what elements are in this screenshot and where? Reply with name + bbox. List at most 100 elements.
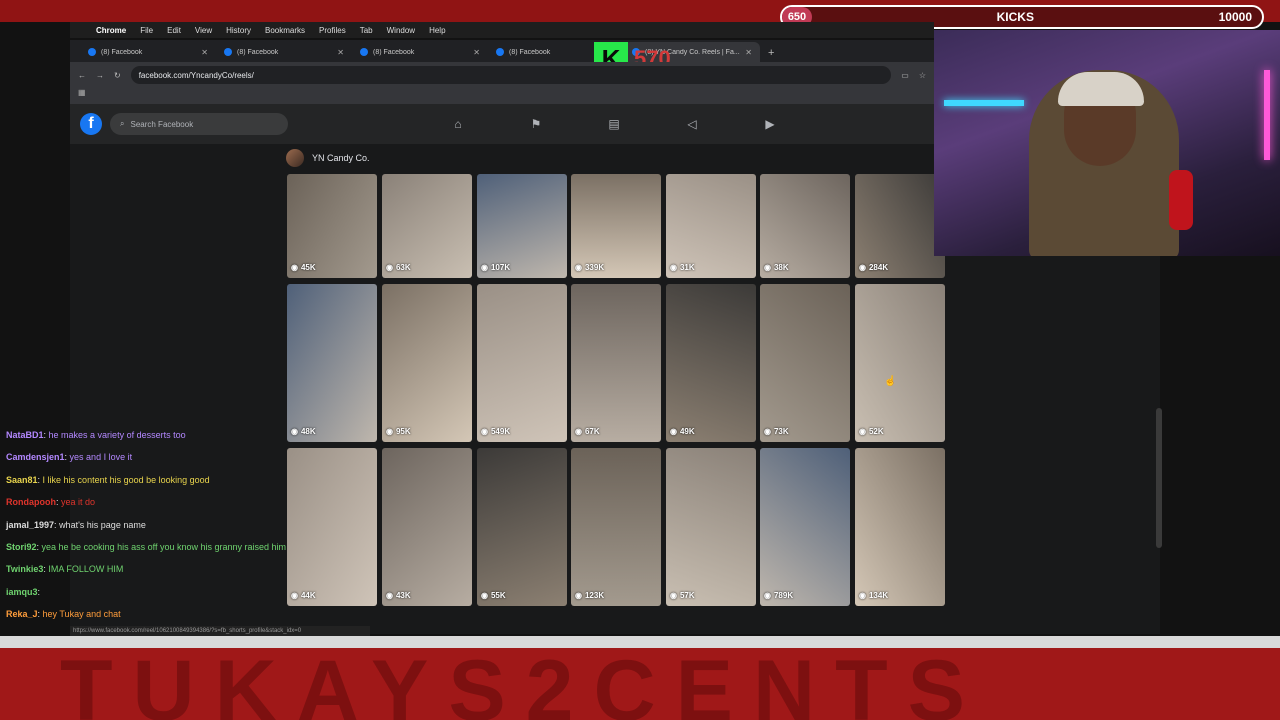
reel-view-count: ◉ 284K xyxy=(859,263,888,272)
menu-app-name[interactable]: Chrome xyxy=(96,26,126,35)
stream-layout: 650 KICKS 10000 Chrome File Edit View Hi… xyxy=(0,0,1280,720)
menu-view[interactable]: View xyxy=(195,26,212,35)
reel-view-count: ◉ 55K xyxy=(481,591,506,600)
back-icon[interactable]: ← xyxy=(78,71,86,80)
reel-thumbnail[interactable]: ◉ 339K xyxy=(571,174,661,278)
url-text: facebook.com/YncandyCo/reels/ xyxy=(138,70,254,80)
chat-text: yes and I love it xyxy=(69,452,133,463)
chat-text: yea he be cooking his ass off you know h… xyxy=(41,542,287,553)
reel-views-text: 57K xyxy=(679,591,695,600)
reel-view-count: ◉ 57K xyxy=(670,591,695,600)
menu-window[interactable]: Window xyxy=(387,26,415,35)
views-eye-icon: ◉ xyxy=(481,591,488,600)
chat-message: jamal_1997: what's his page name xyxy=(6,514,386,536)
close-tab-icon[interactable]: ✕ xyxy=(745,48,752,57)
reel-thumbnail[interactable]: ◉ 43K xyxy=(382,448,472,606)
search-placeholder: Search Facebook xyxy=(130,119,194,129)
chat-username[interactable]: NataBD1 xyxy=(6,430,44,440)
video-icon[interactable]: ▶ xyxy=(762,116,778,132)
chat-username[interactable]: jamal_1997 xyxy=(6,520,54,530)
search-input[interactable]: ⌕ Search Facebook xyxy=(110,113,288,135)
reel-views-text: 67K xyxy=(584,427,600,436)
menu-edit[interactable]: Edit xyxy=(167,26,181,35)
reel-thumbnail[interactable]: ◉ 284K xyxy=(855,174,945,278)
reel-views-text: 45K xyxy=(300,263,316,272)
close-tab-icon[interactable]: ✕ xyxy=(473,48,480,57)
page-avatar[interactable] xyxy=(286,149,304,167)
reel-thumbnail[interactable]: ◉ 107K xyxy=(477,174,567,278)
chat-message: Stori92: yea he be cooking his ass off y… xyxy=(6,536,386,558)
apps-grid-icon[interactable]: ▦ xyxy=(78,88,86,97)
menu-tab[interactable]: Tab xyxy=(360,26,373,35)
reel-views-text: 107K xyxy=(490,263,511,272)
reel-view-count: ◉ 63K xyxy=(386,263,411,272)
reel-view-count: ◉ 45K xyxy=(291,263,316,272)
chat-username[interactable]: Camdensjen1 xyxy=(6,452,65,462)
reel-view-count: ◉ 339K xyxy=(575,263,604,272)
views-eye-icon: ◉ xyxy=(670,263,677,272)
megaphone-icon[interactable]: ◁ xyxy=(684,116,700,132)
reel-thumbnail[interactable]: ◉ 48K xyxy=(287,284,377,442)
views-eye-icon: ◉ xyxy=(291,263,298,272)
reel-thumbnail[interactable]: ◉ 31K xyxy=(666,174,756,278)
close-tab-icon[interactable]: ✕ xyxy=(337,48,344,57)
home-icon[interactable]: ⌂ xyxy=(450,116,466,132)
forward-icon[interactable]: → xyxy=(96,71,104,80)
page-name[interactable]: YN Candy Co. xyxy=(312,153,370,163)
reel-thumbnail[interactable]: ◉ 123K xyxy=(571,448,661,606)
menu-file[interactable]: File xyxy=(140,26,153,35)
reel-views-text: 63K xyxy=(395,263,411,272)
views-eye-icon: ◉ xyxy=(575,591,582,600)
facebook-favicon-icon xyxy=(88,48,96,56)
menu-history[interactable]: History xyxy=(226,26,251,35)
profile-header: YN Candy Co. xyxy=(286,144,936,172)
browser-tab[interactable]: (8) Facebook ✕ xyxy=(352,42,488,62)
reel-thumbnail[interactable]: ◉ 63K xyxy=(382,174,472,278)
close-tab-icon[interactable]: ✕ xyxy=(201,48,208,57)
facebook-logo-icon[interactable]: f xyxy=(80,113,102,135)
reel-thumbnail[interactable]: ◉ 49K xyxy=(666,284,756,442)
new-tab-icon[interactable]: + xyxy=(760,47,782,62)
reel-thumbnail[interactable]: ◉ 549K xyxy=(477,284,567,442)
chat-username[interactable]: iamqu3 xyxy=(6,587,38,597)
reel-thumbnail[interactable]: ◉ 789K xyxy=(760,448,850,606)
menu-bookmarks[interactable]: Bookmarks xyxy=(265,26,305,35)
chat-username[interactable]: Stori92 xyxy=(6,542,37,552)
reel-thumbnail[interactable]: ◉ 38K xyxy=(760,174,850,278)
bookmark-star-icon[interactable]: ☆ xyxy=(919,71,926,80)
views-eye-icon: ◉ xyxy=(386,427,393,436)
browser-tab[interactable]: (8) Facebook ✕ xyxy=(80,42,216,62)
reel-thumbnail[interactable]: ◉ 52K xyxy=(855,284,945,442)
menu-profiles[interactable]: Profiles xyxy=(319,26,346,35)
chat-username[interactable]: Reka_J xyxy=(6,609,38,619)
chat-username[interactable]: Twinkie3 xyxy=(6,564,43,574)
cast-icon[interactable]: ▭ xyxy=(901,71,909,80)
reel-view-count: ◉ 95K xyxy=(386,427,411,436)
reload-icon[interactable]: ↻ xyxy=(114,71,121,80)
chat-username[interactable]: Saan81 xyxy=(6,475,38,485)
ads-manager-icon[interactable]: ▤ xyxy=(606,116,622,132)
reel-views-text: 73K xyxy=(773,427,789,436)
reel-views-text: 38K xyxy=(773,263,789,272)
reel-thumbnail[interactable]: ◉ 67K xyxy=(571,284,661,442)
reel-view-count: ◉ 31K xyxy=(670,263,695,272)
reel-thumbnail[interactable]: ◉ 57K xyxy=(666,448,756,606)
reel-thumbnail[interactable]: ◉ 134K xyxy=(855,448,945,606)
reel-thumbnail[interactable]: ◉ 45K xyxy=(287,174,377,278)
chat-username[interactable]: Rondapooh xyxy=(6,497,56,507)
chat-message: Saan81: I like his content his good be l… xyxy=(6,469,386,491)
tab-label: (8) Facebook xyxy=(237,48,279,56)
reel-thumbnail[interactable]: ◉ 73K xyxy=(760,284,850,442)
kicks-label: KICKS xyxy=(996,10,1034,24)
reel-thumbnail[interactable]: ◉ 55K xyxy=(477,448,567,606)
reel-thumbnail[interactable]: ◉ 95K xyxy=(382,284,472,442)
pages-flag-icon[interactable]: ⚑ xyxy=(528,116,544,132)
browser-tab[interactable]: (8) Facebook ✕ xyxy=(216,42,352,62)
page-scrollbar[interactable] xyxy=(1156,408,1162,548)
reel-views-text: 549K xyxy=(490,427,511,436)
status-url-bar: https://www.facebook.com/reel/1062100849… xyxy=(70,626,370,636)
facebook-favicon-icon xyxy=(360,48,368,56)
menu-help[interactable]: Help xyxy=(429,26,445,35)
url-field[interactable]: facebook.com/YncandyCo/reels/ xyxy=(130,66,892,84)
neon-light xyxy=(1264,70,1270,160)
